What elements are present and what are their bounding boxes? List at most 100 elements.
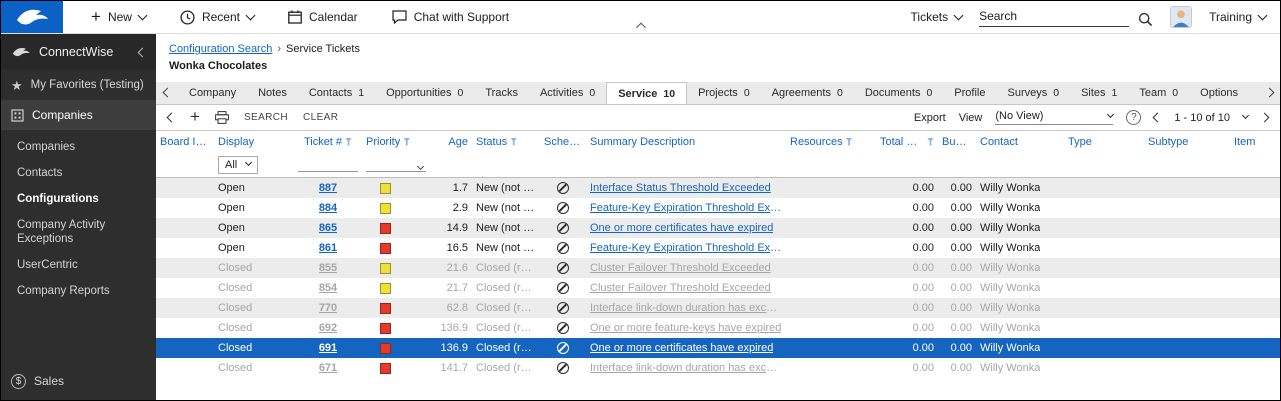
tab-service[interactable]: Service10 (606, 82, 687, 104)
summary-link[interactable]: One or more certificates have expired (590, 342, 773, 354)
table-row[interactable]: Closed671141.7Closed (resolv...Interface… (156, 358, 1280, 378)
priority-filter-select[interactable] (366, 157, 426, 172)
sidebar-item-sales[interactable]: $ Sales (1, 367, 156, 395)
ticket-link[interactable]: 855 (319, 262, 337, 274)
next-page-icon[interactable] (1261, 114, 1268, 121)
chat-with-support-button[interactable]: Chat with Support (392, 10, 509, 24)
column-header-subtype[interactable]: Subtype (1144, 131, 1230, 152)
clear-button[interactable]: CLEAR (303, 112, 338, 123)
avatar[interactable] (1170, 6, 1192, 28)
display-filter-select[interactable]: All (218, 156, 258, 174)
summary-link[interactable]: Interface link-down duration has exceede… (590, 302, 782, 314)
ticket-link[interactable]: 887 (319, 182, 337, 194)
column-header-total-hours[interactable]: Total Hours (876, 131, 938, 152)
summary-link[interactable]: One or more feature-keys have expired (590, 322, 781, 334)
column-header-item[interactable]: Item (1230, 131, 1280, 152)
ticket-link[interactable]: 861 (319, 242, 337, 254)
collapse-sidebar-icon[interactable] (139, 45, 146, 59)
summary-link[interactable]: One or more certificates have expired (590, 222, 773, 234)
sidebar-header[interactable]: ConnectWise (1, 34, 156, 70)
ticket-link[interactable]: 854 (319, 282, 337, 294)
tab-sites[interactable]: Sites1 (1070, 81, 1128, 104)
table-row[interactable]: Open86514.9New (not resp...One or more c… (156, 218, 1280, 238)
search-button[interactable]: SEARCH (244, 112, 288, 123)
tab-surveys[interactable]: Surveys0 (996, 81, 1070, 104)
view-select[interactable]: (No View) (995, 110, 1113, 125)
account-menu-button[interactable]: Training (1209, 10, 1266, 24)
sidebar-item-companies[interactable]: Companies (1, 134, 156, 160)
collapse-topbar-chevron[interactable] (637, 21, 644, 31)
ticket-filter-input[interactable] (298, 157, 358, 172)
print-icon[interactable] (215, 111, 229, 124)
add-ticket-icon[interactable]: + (190, 107, 200, 127)
sidebar-item-company-reports[interactable]: Company Reports (1, 278, 156, 304)
table-row[interactable]: Closed85421.7Closed (resolv...Cluster Fa… (156, 278, 1280, 298)
tab-projects[interactable]: Projects0 (687, 81, 761, 104)
table-row[interactable]: Closed85521.6Closed (resolv...Cluster Fa… (156, 258, 1280, 278)
sidebar-item-company-activity-exceptions[interactable]: Company Activity Exceptions (1, 212, 156, 252)
summary-link[interactable]: Cluster Failover Threshold Exceeded (590, 262, 771, 274)
column-header-resources[interactable]: Resources (786, 131, 876, 152)
column-header-ticket[interactable]: Ticket # (294, 131, 362, 152)
ticket-link[interactable]: 691 (319, 342, 337, 354)
connectwise-logo[interactable] (1, 1, 63, 33)
tab-agreements[interactable]: Agreements0 (761, 81, 854, 104)
summary-link[interactable]: Feature-Key Expiration Threshold Exceede… (590, 202, 782, 214)
column-header-age[interactable]: Age (430, 131, 472, 152)
column-header-board-icon[interactable]: Board Icon (156, 131, 214, 152)
column-header-budget[interactable]: Budget (938, 131, 976, 152)
column-header-summary-description[interactable]: Summary Description (586, 131, 786, 152)
tab-profile[interactable]: Profile (943, 81, 996, 104)
tab-tracks[interactable]: Tracks (474, 81, 529, 104)
ticket-link[interactable]: 671 (319, 362, 337, 374)
tab-activities[interactable]: Activities0 (529, 81, 606, 104)
table-row[interactable]: Closed692136.9Closed (resolv...One or mo… (156, 318, 1280, 338)
tab-company[interactable]: Company (178, 81, 247, 104)
tab-team[interactable]: Team0 (1128, 81, 1189, 104)
sidebar-item-companies-section[interactable]: Companies (1, 100, 156, 130)
sidebar-item-configurations[interactable]: Configurations (1, 186, 156, 212)
table-row[interactable]: Open8842.9New (not resp...Feature-Key Ex… (156, 198, 1280, 218)
search-icon[interactable] (1138, 12, 1153, 27)
column-header-display[interactable]: Display (214, 131, 294, 152)
page-size-chevron-icon[interactable] (1242, 112, 1249, 119)
tab-opportunities[interactable]: Opportunities0 (375, 81, 474, 104)
tab-contacts[interactable]: Contacts1 (298, 81, 375, 104)
column-header-priority[interactable]: Priority (362, 131, 430, 152)
column-header-status[interactable]: Status (472, 131, 540, 152)
tab-options[interactable]: Options (1189, 81, 1249, 104)
tab-documents[interactable]: Documents0 (854, 81, 943, 104)
table-row[interactable]: Closed691136.9Closed (resolv...One or mo… (156, 338, 1280, 358)
tab-notes[interactable]: Notes (247, 81, 298, 104)
ticket-link[interactable]: 692 (319, 322, 337, 334)
ticket-link[interactable]: 770 (319, 302, 337, 314)
column-header-type[interactable]: Type (1064, 131, 1144, 152)
table-row[interactable]: Open8871.7New (not resp...Interface Stat… (156, 178, 1280, 198)
table-row[interactable]: Closed77062.8Closed (resolv...Interface … (156, 298, 1280, 318)
tickets-menu-button[interactable]: Tickets (911, 10, 963, 24)
export-button[interactable]: Export (914, 112, 946, 124)
ticket-link[interactable]: 865 (319, 222, 337, 234)
table-row[interactable]: Open86116.5New (not resp...Feature-Key E… (156, 238, 1280, 258)
ticket-link[interactable]: 884 (319, 202, 337, 214)
recent-menu-button[interactable]: Recent (180, 10, 254, 25)
calendar-button[interactable]: Calendar (288, 10, 358, 24)
summary-link[interactable]: Cluster Failover Threshold Exceeded (590, 282, 771, 294)
tabs-scroll-right-icon[interactable] (1258, 81, 1280, 104)
sidebar-item-usercentric[interactable]: UserCentric (1, 252, 156, 278)
sidebar-item-contacts[interactable]: Contacts (1, 160, 156, 186)
search-input[interactable] (979, 7, 1129, 27)
previous-page-icon[interactable] (1154, 114, 1161, 121)
column-header-contact[interactable]: Contact (976, 131, 1064, 152)
breadcrumb-link[interactable]: Configuration Search (169, 43, 272, 55)
summary-link[interactable]: Interface link-down duration has exceede… (590, 362, 782, 374)
sidebar-item-my-favorites[interactable]: ★ My Favorites (Testing) (1, 70, 156, 100)
summary-link[interactable]: Interface Status Threshold Exceeded (590, 182, 771, 194)
back-icon[interactable] (168, 114, 175, 121)
help-icon[interactable]: ? (1126, 110, 1141, 125)
column-header-schedule[interactable]: Schedule (540, 131, 586, 152)
new-menu-button[interactable]: + New (91, 10, 146, 25)
tab-configura[interactable]: Configura (1249, 81, 1258, 104)
tabs-scroll-left-icon[interactable] (156, 81, 178, 104)
summary-link[interactable]: Feature-Key Expiration Threshold Exceede… (590, 242, 782, 254)
